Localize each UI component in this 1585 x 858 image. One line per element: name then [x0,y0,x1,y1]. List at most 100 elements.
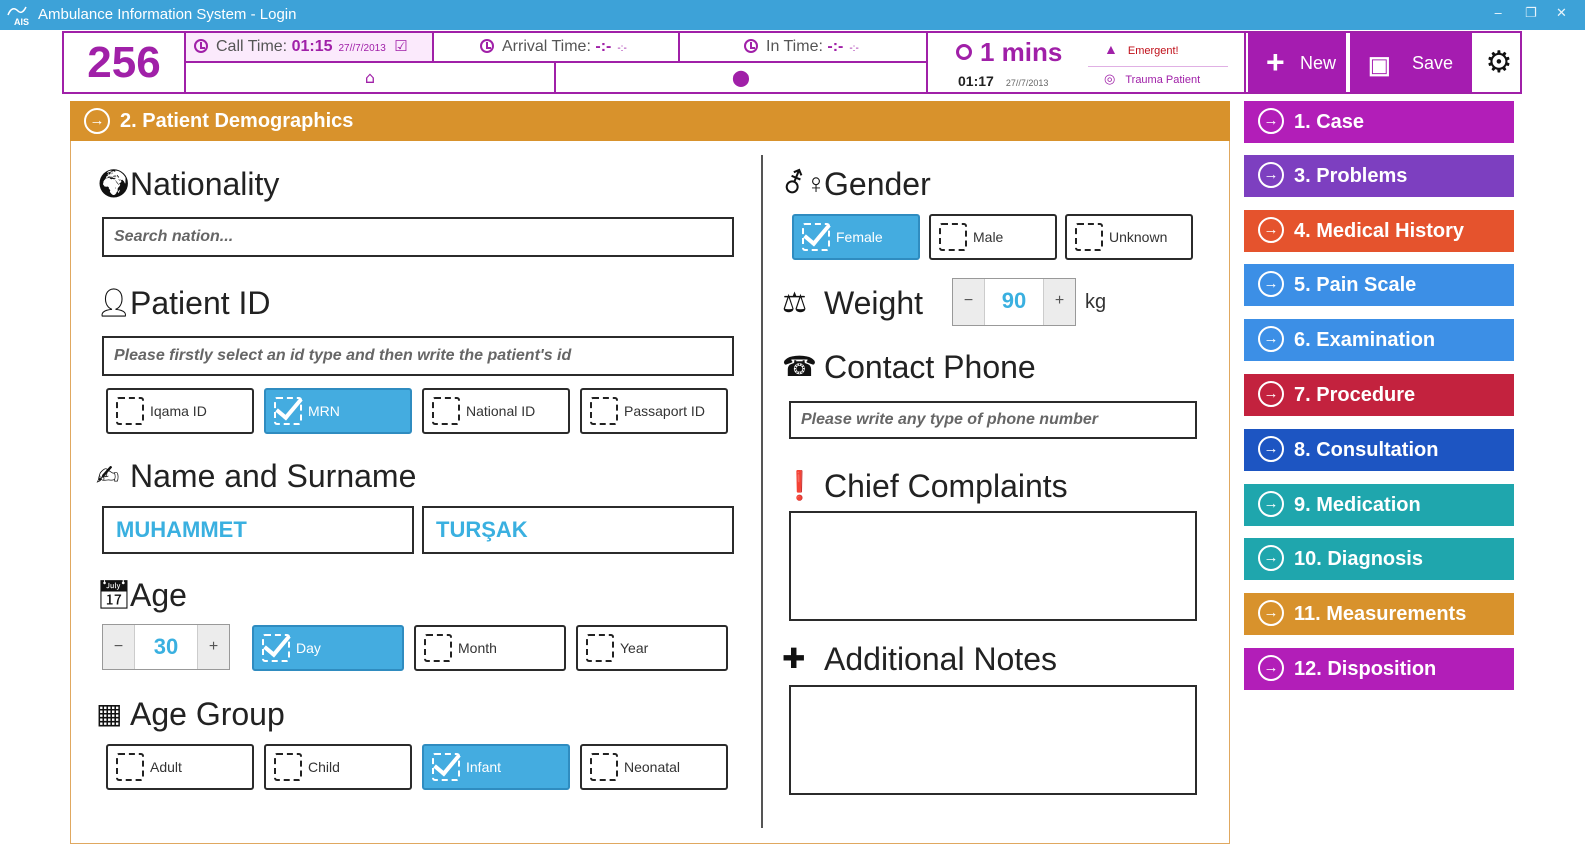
call-time[interactable]: Call Time: 01:15 27//7/2013 ☑ [186,33,434,63]
clock-icon [744,39,758,53]
arrow-right-icon: → [1258,655,1284,681]
age-heading: 📅︎Age [96,577,187,613]
age-stepper: − 30 + [102,624,230,670]
divider [1088,66,1228,67]
svg-text:AIS: AIS [14,17,29,27]
nav-item-label: 5. Pain Scale [1294,274,1417,296]
elapsed-time-panel: 1 mins 01:17 27//7/2013 ▲ Emergent! ◎ Traum… [928,33,1246,92]
weight-value[interactable]: 90 [985,279,1043,325]
surname-input[interactable]: TURŞAK [422,506,734,554]
weight-heading: ⚖︎ Weight [782,285,924,321]
clock-icon [194,39,208,53]
emergent-flag[interactable]: ▲ Emergent! [1104,41,1179,57]
contact-phone-heading: ☎ Contact Phone [782,349,1036,385]
weight-stepper: − 90 + [952,278,1076,326]
nav-item-2[interactable]: → 3. Problems [1244,155,1514,197]
decrement-button[interactable]: − [953,279,985,325]
plus-icon: + [1266,44,1285,80]
globe-icon: 🌍︎ [96,168,132,199]
nationality-heading: 🌍︎Nationality [96,166,280,202]
id-type-iqama[interactable]: Iqama ID [106,388,254,434]
nav-item-label: 6. Examination [1294,329,1436,351]
elapsed-minutes: 1 mins [956,37,1062,68]
close-icon[interactable]: ✕ [1556,6,1567,21]
nav-item-6[interactable]: → 7. Procedure [1244,374,1514,416]
scale-icon: ⚖︎ [782,287,808,318]
nav-item-8[interactable]: → 9. Medication [1244,484,1514,526]
alert-box-icon: ❗ [782,470,817,501]
warning-icon: ▲ [1104,41,1118,57]
arrow-right-icon: → [1258,545,1284,571]
nav-item-9[interactable]: → 10. Diagnosis [1244,538,1514,580]
trauma-flag[interactable]: ◎ Trauma Patient [1104,71,1200,87]
home-icon[interactable]: ⌂ [186,63,556,92]
arrow-right-icon: → [1258,108,1284,134]
decrement-button[interactable]: − [103,625,135,669]
gender-female[interactable]: Female [792,214,920,260]
arrow-right-icon: → [1258,162,1284,188]
id-type-mrn[interactable]: MRN [264,388,412,434]
additional-notes-textarea[interactable] [789,685,1197,795]
age-unit-day[interactable]: Day [252,625,404,671]
age-unit-month[interactable]: Month [414,625,566,671]
window-title: Ambulance Information System - Login [38,6,297,23]
age-group-neonatal[interactable]: Neonatal [580,744,728,790]
nationality-search-input[interactable]: Search nation... [102,217,734,257]
target-icon: ◎ [1104,71,1116,86]
name-heading: ✍︎ Name and Surname [96,458,417,494]
grid-icon: ▦ [96,698,123,729]
weight-unit: kg [1085,291,1107,313]
new-button[interactable]: + New [1248,33,1348,92]
id-type-passport[interactable]: Passaport ID [580,388,728,434]
nav-item-label: 11. Measurements [1294,603,1467,625]
floppy-disk-icon: ▣ [1368,52,1391,79]
nav-item-7[interactable]: → 8. Consultation [1244,429,1514,471]
phone-input[interactable]: Please write any type of phone number [789,401,1197,439]
arrow-right-icon: → [1258,217,1284,243]
increment-button[interactable]: + [1043,279,1075,325]
age-value[interactable]: 30 [135,625,197,669]
patient-id-heading: 👤︎Patient ID [96,285,271,321]
chief-complaints-textarea[interactable] [789,511,1197,621]
nav-item-5[interactable]: → 6. Examination [1244,319,1514,361]
gender-male[interactable]: Male [929,214,1057,260]
case-number: 256 [64,33,186,92]
additional-notes-heading: ✚ Additional Notes [782,641,1058,677]
nav-item-label: 8. Consultation [1294,439,1439,461]
first-name-input[interactable]: MUHAMMET [102,506,414,554]
telephone-icon: ☎ [782,351,817,382]
minimize-icon[interactable]: ‒ [1494,6,1502,21]
nav-item-label: 9. Medication [1294,494,1421,516]
gender-unknown[interactable]: Unknown [1065,214,1193,260]
restore-icon[interactable]: ❐ [1525,6,1537,21]
arrow-right-icon: → [84,108,110,134]
patient-id-input[interactable]: Please firstly select an id type and the… [102,336,734,376]
status-bar: 256 Call Time: 01:15 27//7/2013 ☑ Arrival… [62,31,1522,94]
arrow-right-icon: → [1258,271,1284,297]
save-button[interactable]: ▣ Save [1350,33,1474,92]
nav-item-label: 12. Disposition [1294,658,1437,680]
increment-button[interactable]: + [197,625,229,669]
column-divider [761,155,763,828]
age-group-infant[interactable]: Infant [422,744,570,790]
nav-item-3[interactable]: → 4. Medical History [1244,210,1514,252]
nav-item-label: 1. Case [1294,111,1365,133]
nav-item-11[interactable]: → 12. Disposition [1244,648,1514,690]
nav-item-1[interactable]: → 1. Case [1244,101,1514,143]
nav-item-10[interactable]: → 11. Measurements [1244,593,1514,635]
gear-icon[interactable]: ⚙ [1476,33,1522,92]
nav-item-label: 4. Medical History [1294,220,1465,242]
calendar-icon: 📅︎ [96,579,132,610]
pen-icon: ✍︎ [96,460,120,491]
age-unit-year[interactable]: Year [576,625,728,671]
in-time[interactable]: In Time: -:- -:- [680,33,928,63]
section-title: 2. Patient Demographics [120,110,354,132]
age-group-adult[interactable]: Adult [106,744,254,790]
nav-item-4[interactable]: → 5. Pain Scale [1244,264,1514,306]
arrival-time[interactable]: Arrival Time: -:- -:- [434,33,680,63]
id-type-national[interactable]: National ID [422,388,570,434]
section-header: → 2. Patient Demographics [70,101,1230,141]
age-group-child[interactable]: Child [264,744,412,790]
location-pin-icon[interactable]: ⬤ [556,63,928,92]
arrow-right-icon: → [1258,326,1284,352]
